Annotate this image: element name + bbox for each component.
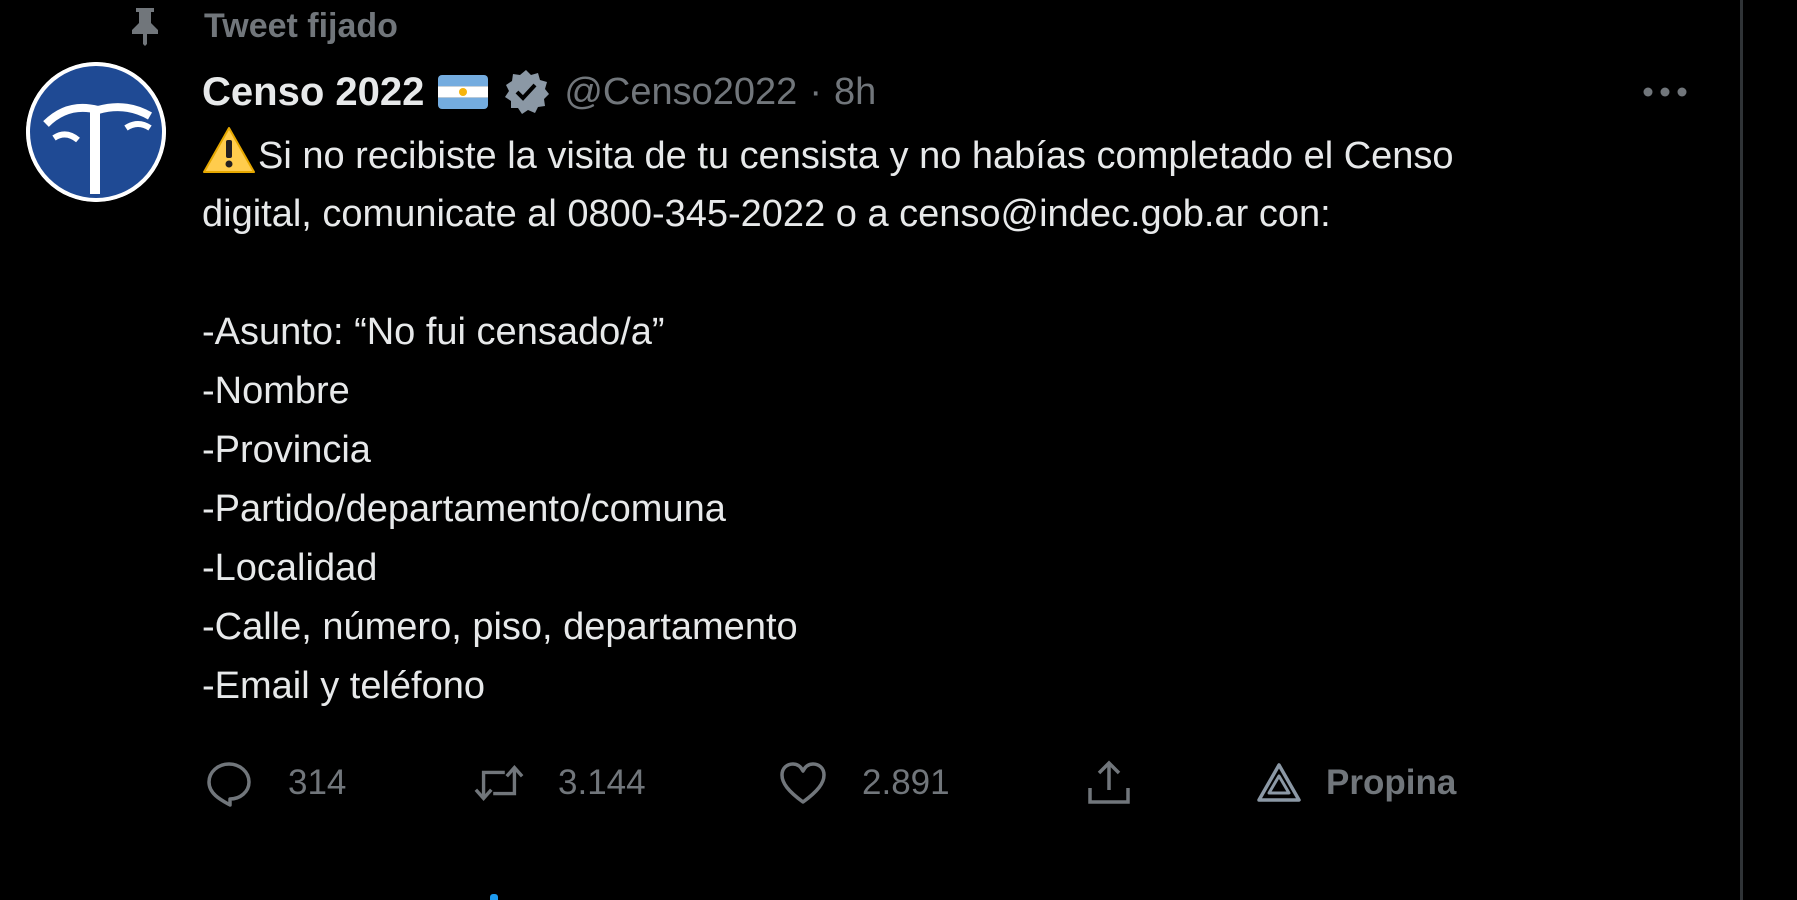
list-item: -Nombre: [202, 370, 350, 412]
retweet-icon: [472, 756, 526, 810]
tweet-text-line-1: Si no recibiste la visita de tu censista…: [258, 135, 1454, 177]
like-count: 2.891: [862, 763, 950, 802]
more-options-button[interactable]: [1640, 72, 1690, 112]
reply-icon: [202, 756, 256, 810]
like-button[interactable]: 2.891: [776, 755, 950, 811]
heart-icon: [776, 756, 830, 810]
user-handle[interactable]: @Censo2022: [564, 71, 797, 114]
tweet-timestamp[interactable]: 8h: [834, 71, 876, 114]
retweet-button[interactable]: 3.144: [472, 755, 646, 811]
verified-badge-icon[interactable]: [502, 68, 550, 116]
tip-icon: [1252, 756, 1306, 810]
column-divider: [1740, 0, 1743, 900]
list-item: -Localidad: [202, 547, 378, 589]
next-item-indicator: [490, 894, 498, 900]
share-icon: [1082, 756, 1136, 810]
tweet-header: Censo 2022 @Censo2022 · 8h: [202, 64, 876, 120]
display-name[interactable]: Censo 2022: [202, 70, 424, 115]
reply-button[interactable]: 314: [202, 755, 346, 811]
list-item: -Provincia: [202, 429, 371, 471]
list-item: -Email y teléfono: [202, 665, 486, 707]
tip-button[interactable]: Propina: [1252, 755, 1456, 811]
tweet-text-line-2: digital, comunicate al 0800-345-2022 o a…: [202, 193, 1331, 235]
more-icon: [1643, 87, 1687, 97]
pin-icon: [126, 6, 164, 46]
avatar[interactable]: [26, 62, 166, 202]
list-item: -Calle, número, piso, departamento: [202, 606, 798, 648]
tweet-text-line: Si no recibiste la visita de tu censista…: [202, 126, 1702, 185]
pinned-indicator: Tweet fijado: [126, 6, 398, 46]
warning-icon: [202, 126, 256, 174]
list-item: -Partido/departamento/comuna: [202, 488, 726, 530]
share-button[interactable]: [1082, 755, 1136, 811]
reply-count: 314: [288, 763, 347, 802]
list-item: -Asunto: “No fui censado/a”: [202, 311, 665, 353]
retweet-count: 3.144: [558, 763, 646, 802]
header-separator: ·: [809, 70, 822, 113]
argentina-flag-icon: [438, 75, 489, 109]
tip-label: Propina: [1326, 763, 1457, 802]
tweet-text: Si no recibiste la visita de tu censista…: [202, 126, 1702, 716]
tweet-actions: 314 3.144 2.891 Propina: [202, 755, 1502, 811]
pinned-label: Tweet fijado: [204, 6, 398, 45]
